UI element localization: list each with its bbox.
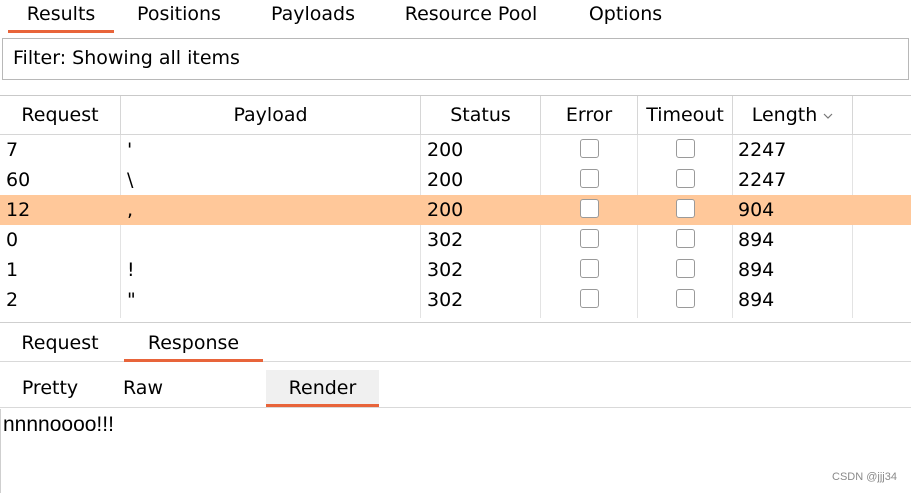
table-row[interactable]: 0 302 894 [0, 225, 911, 255]
filter-text: Filter: Showing all items [13, 47, 240, 69]
cell-status: 302 [427, 289, 464, 311]
tab-pretty[interactable]: Pretty [10, 370, 90, 406]
tab-results[interactable]: Results [8, 0, 114, 33]
cell-request: 0 [6, 229, 19, 251]
error-checkbox[interactable] [580, 289, 599, 308]
cell-length: 2247 [738, 139, 787, 161]
table-row-selected[interactable]: 12 , 200 904 [0, 195, 911, 225]
cell-payload: \ [127, 169, 134, 191]
request-response-tab-bar: Request Response [0, 322, 911, 362]
cell-payload: , [127, 199, 134, 221]
column-header-error[interactable]: Error [541, 96, 638, 134]
cell-payload: ' [127, 139, 133, 161]
cell-payload: " [127, 289, 136, 311]
timeout-checkbox[interactable] [676, 139, 695, 158]
cell-request: 1 [6, 259, 19, 281]
cell-status: 200 [427, 169, 464, 191]
results-table: Request Payload Status Error Timeout Len… [0, 95, 911, 318]
error-checkbox[interactable] [580, 139, 599, 158]
tab-resource-pool[interactable]: Resource Pool [393, 0, 549, 32]
table-row[interactable]: 2 " 302 894 [0, 285, 911, 315]
error-checkbox[interactable] [580, 199, 599, 218]
cell-status: 200 [427, 199, 464, 221]
cell-request: 12 [6, 199, 31, 221]
error-checkbox[interactable] [580, 259, 599, 278]
tab-request[interactable]: Request [10, 329, 110, 361]
rendered-response-text: nnnnoooo!!! [3, 413, 114, 436]
table-row[interactable]: 60 \ 200 2247 [0, 165, 911, 195]
timeout-checkbox[interactable] [676, 289, 695, 308]
cell-length: 894 [738, 259, 775, 281]
cell-request: 7 [6, 139, 19, 161]
timeout-checkbox[interactable] [676, 229, 695, 248]
table-header: Request Payload Status Error Timeout Len… [0, 96, 911, 135]
cell-status: 200 [427, 139, 464, 161]
timeout-checkbox[interactable] [676, 199, 695, 218]
cell-status: 302 [427, 229, 464, 251]
column-header-status[interactable]: Status [421, 96, 541, 134]
timeout-checkbox[interactable] [676, 259, 695, 278]
cell-request: 2 [6, 289, 19, 311]
top-tab-bar: Results Positions Payloads Resource Pool… [0, 0, 911, 34]
column-header-timeout[interactable]: Timeout [638, 96, 733, 134]
render-panel: nnnnoooo!!! CSDN @jjj34 [0, 409, 911, 493]
error-checkbox[interactable] [580, 169, 599, 188]
watermark: CSDN @jjj34 [832, 471, 897, 483]
view-tab-bar: Pretty Raw Render [0, 366, 911, 408]
column-header-request[interactable]: Request [0, 96, 121, 134]
cell-request: 60 [6, 169, 31, 191]
table-row[interactable]: 1 ! 302 894 [0, 255, 911, 285]
filter-bar[interactable]: Filter: Showing all items [2, 38, 909, 80]
tab-response[interactable]: Response [124, 329, 263, 362]
tab-positions[interactable]: Positions [126, 0, 232, 32]
cell-payload: ! [127, 259, 135, 281]
error-checkbox[interactable] [580, 229, 599, 248]
cell-status: 302 [427, 259, 464, 281]
tab-payloads[interactable]: Payloads [260, 0, 366, 32]
tab-raw[interactable]: Raw [113, 370, 173, 406]
column-header-length[interactable]: Length [733, 96, 853, 134]
chevron-down-icon [823, 113, 833, 119]
tab-render[interactable]: Render [266, 370, 379, 407]
column-header-payload[interactable]: Payload [121, 96, 421, 134]
timeout-checkbox[interactable] [676, 169, 695, 188]
table-row[interactable]: 7 ' 200 2247 [0, 135, 911, 165]
cell-length: 904 [738, 199, 775, 221]
tab-options[interactable]: Options [578, 0, 673, 32]
cell-length: 894 [738, 229, 775, 251]
cell-length: 894 [738, 289, 775, 311]
cell-length: 2247 [738, 169, 787, 191]
